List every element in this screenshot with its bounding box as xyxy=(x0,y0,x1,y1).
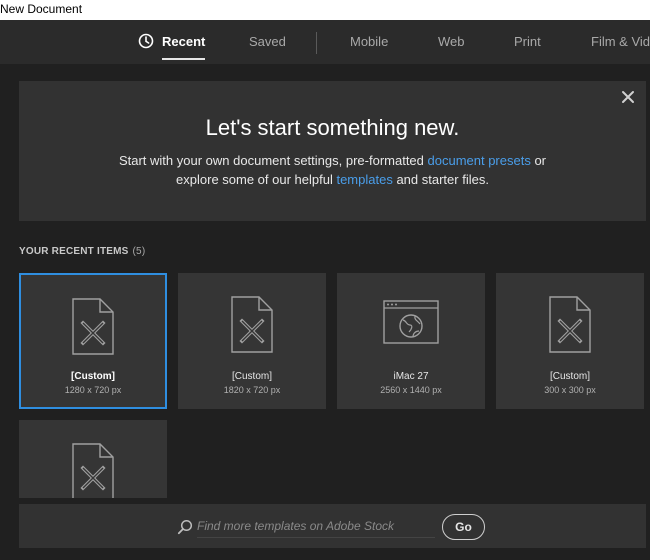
recent-item-name: [Custom] xyxy=(231,371,272,382)
recent-item-name: [Custom] xyxy=(549,371,590,382)
banner-text: Start with your own document settings, p… xyxy=(118,153,428,168)
document-icon xyxy=(72,443,114,498)
close-icon[interactable] xyxy=(620,89,636,105)
stock-search-bar: Go xyxy=(19,504,646,548)
recent-item-card[interactable]: [Custom] 1280 x 720 px xyxy=(19,273,167,409)
document-icon xyxy=(231,296,273,353)
tab-bar: Recent Saved Mobile Web Print Film & Vid… xyxy=(0,20,650,64)
document-presets-link[interactable]: document presets xyxy=(428,153,531,168)
tab-recent[interactable]: Recent xyxy=(138,20,206,64)
tab-divider xyxy=(316,32,317,54)
tab-print[interactable]: Print xyxy=(514,20,541,64)
recent-items-label: YOUR RECENT ITEMS xyxy=(19,246,129,257)
search-icon xyxy=(177,519,193,535)
banner-text: and starter files. xyxy=(392,172,489,187)
templates-link[interactable]: templates xyxy=(336,172,392,187)
tab-recent-label: Recent xyxy=(162,34,206,49)
recent-item-size: 1820 x 720 px xyxy=(223,385,281,395)
recent-item-card[interactable]: [Custom] 1820 x 720 px xyxy=(178,273,326,409)
clock-icon xyxy=(138,33,154,49)
document-icon xyxy=(72,298,114,355)
banner-text: explore some of our helpful xyxy=(176,172,337,187)
recent-item-card[interactable] xyxy=(19,420,167,498)
web-browser-icon xyxy=(383,300,439,344)
go-button[interactable]: Go xyxy=(442,514,485,540)
document-icon xyxy=(549,296,591,353)
stock-search-input[interactable] xyxy=(197,514,435,538)
recent-item-name: [Custom] xyxy=(71,371,115,382)
window-title: New Document xyxy=(0,0,650,20)
recent-item-card[interactable]: iMac 27 2560 x 1440 px xyxy=(337,273,485,409)
banner-title: Let's start something new. xyxy=(205,115,460,140)
recent-item-name: iMac 27 xyxy=(393,371,429,382)
tab-saved[interactable]: Saved xyxy=(249,20,286,64)
tab-film-video[interactable]: Film & Video xyxy=(591,20,650,64)
tab-web[interactable]: Web xyxy=(438,20,465,64)
active-tab-underline xyxy=(162,58,206,60)
welcome-banner: Let's start something new. Start with yo… xyxy=(19,81,646,221)
recent-items-count: (5) xyxy=(132,246,146,257)
banner-description: Start with your own document settings, p… xyxy=(19,151,646,189)
recent-item-size: 300 x 300 px xyxy=(544,385,596,395)
banner-text: or xyxy=(530,153,547,168)
recent-item-size: 2560 x 1440 px xyxy=(380,385,442,395)
recent-items-heading: YOUR RECENT ITEMS (5) xyxy=(19,246,145,257)
recent-item-card[interactable]: [Custom] 300 x 300 px xyxy=(496,273,644,409)
recent-item-size: 1280 x 720 px xyxy=(64,385,122,395)
tab-mobile[interactable]: Mobile xyxy=(350,20,388,64)
